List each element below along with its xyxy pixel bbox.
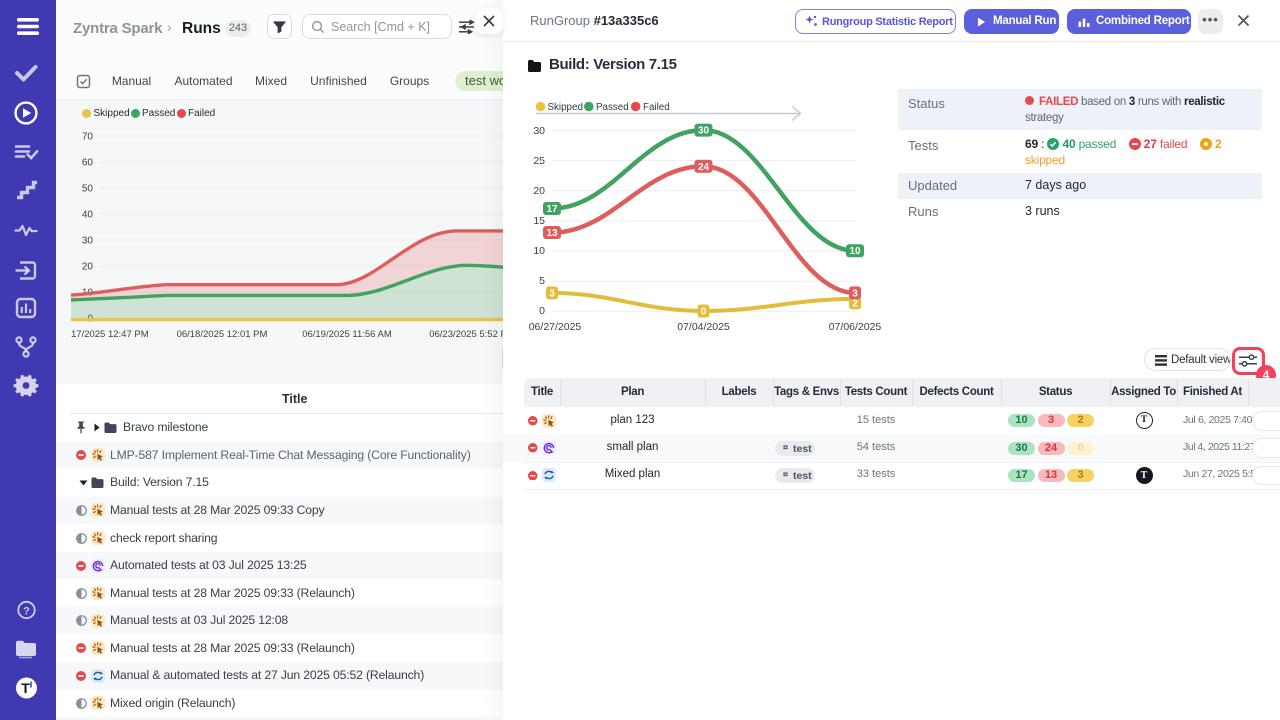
svg-text:17/2025 12:47 PM: 17/2025 12:47 PM xyxy=(71,329,149,340)
svg-text:13: 13 xyxy=(546,228,558,239)
svg-text:07/06/2025: 07/06/2025 xyxy=(829,321,882,333)
svg-text:17: 17 xyxy=(546,204,558,215)
svg-text:06/27/2025: 06/27/2025 xyxy=(529,321,582,333)
svg-text:10: 10 xyxy=(849,246,861,257)
svg-text:06/23/2025 5:52 PM: 06/23/2025 5:52 PM xyxy=(429,329,515,340)
svg-text:25: 25 xyxy=(533,155,545,167)
svg-text:2: 2 xyxy=(852,298,858,309)
svg-text:70: 70 xyxy=(82,132,94,143)
svg-text:Failed: Failed xyxy=(643,102,670,113)
svg-text:06/18/2025 12:01 PM: 06/18/2025 12:01 PM xyxy=(177,329,268,340)
svg-text:20: 20 xyxy=(533,185,545,197)
svg-text:50: 50 xyxy=(82,184,94,195)
svg-text:10: 10 xyxy=(533,245,545,257)
svg-text:0: 0 xyxy=(539,305,545,317)
svg-text:3: 3 xyxy=(852,288,858,299)
svg-text:30: 30 xyxy=(698,126,710,137)
svg-text:Skipped: Skipped xyxy=(548,102,583,113)
svg-text:?: ? xyxy=(23,606,30,618)
svg-text:T: T xyxy=(21,680,30,696)
svg-text:60: 60 xyxy=(82,158,94,169)
svg-text:0: 0 xyxy=(701,307,707,318)
svg-text:Passed: Passed xyxy=(596,102,629,113)
svg-text:20: 20 xyxy=(82,262,94,273)
svg-text:5: 5 xyxy=(539,275,545,287)
svg-text:40: 40 xyxy=(82,210,94,221)
svg-text:15: 15 xyxy=(533,215,545,227)
svg-text:24: 24 xyxy=(698,162,710,173)
svg-text:06/19/2025 11:56 AM: 06/19/2025 11:56 AM xyxy=(302,329,392,340)
svg-text:07/04/2025: 07/04/2025 xyxy=(677,321,730,333)
svg-text:30: 30 xyxy=(82,236,94,247)
svg-text:3: 3 xyxy=(549,288,555,299)
svg-text:30: 30 xyxy=(533,125,545,137)
